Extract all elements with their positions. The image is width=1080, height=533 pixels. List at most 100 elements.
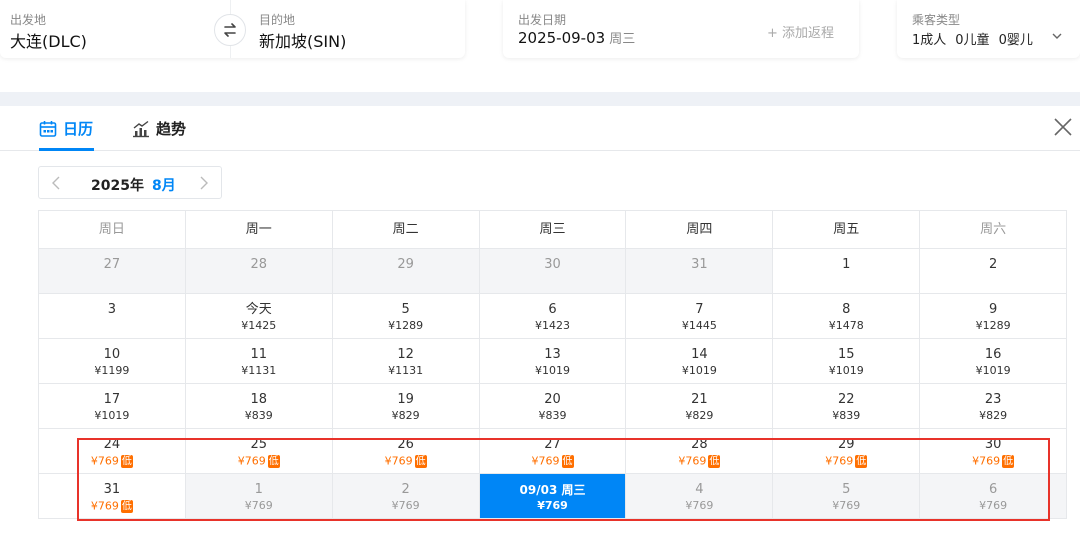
calendar-day-cell[interactable]: 19 ¥829 bbox=[332, 384, 480, 429]
day-number: 6 bbox=[548, 302, 557, 317]
calendar-day-cell[interactable]: 9 ¥1289 bbox=[920, 294, 1068, 339]
calendar-day-cell[interactable]: 20 ¥839 bbox=[479, 384, 627, 429]
day-price-wrap: ¥769 bbox=[773, 500, 919, 512]
section-divider bbox=[0, 92, 1080, 106]
day-price: ¥769 bbox=[537, 499, 568, 512]
day-number: 3 bbox=[107, 302, 117, 317]
day-number: 14 bbox=[691, 347, 708, 362]
calendar-day-cell[interactable]: 18 ¥839 bbox=[185, 384, 333, 429]
calendar-day-cell[interactable]: 26 ¥769 低 bbox=[332, 429, 480, 474]
calendar-day-cell[interactable]: 22 ¥839 bbox=[773, 384, 921, 429]
calendar-day-cell[interactable]: 13 ¥1019 bbox=[479, 339, 627, 384]
day-number: 28 bbox=[691, 437, 708, 452]
calendar-day-cell[interactable]: 1 bbox=[773, 249, 921, 294]
add-return-button[interactable]: + 添加返程 bbox=[767, 22, 834, 41]
calendar-day-cell[interactable]: 28 bbox=[185, 249, 333, 294]
day-number: 24 bbox=[103, 437, 121, 452]
day-number: 8 bbox=[842, 302, 851, 317]
calendar-day-cell[interactable]: 3 bbox=[39, 294, 186, 339]
day-price: ¥769 bbox=[90, 454, 119, 468]
low-price-badge: 低 bbox=[414, 455, 427, 468]
price-calendar: 周日 周一 周二 周三 周四 周五 周六 27 28 29 30 31 1 2 3 今天 ¥1425 5 ¥128… bbox=[38, 210, 1068, 519]
calendar-day-cell[interactable]: 29 ¥769 低 bbox=[773, 429, 921, 474]
calendar-day-cell[interactable]: 6 ¥769 bbox=[920, 474, 1068, 519]
day-price: ¥1425 bbox=[241, 319, 277, 332]
day-number: 27 bbox=[544, 437, 561, 452]
tab-trend-label: 趋势 bbox=[156, 120, 187, 138]
calendar-day-cell[interactable]: 12 ¥1131 bbox=[332, 339, 480, 384]
day-price: ¥769 bbox=[90, 499, 119, 513]
calendar-day-cell[interactable]: 27 bbox=[39, 249, 186, 294]
weekday-header-cell: 周三 bbox=[479, 211, 627, 249]
calendar-day-cell[interactable]: 24 ¥769 低 bbox=[39, 429, 186, 474]
calendar-day-cell[interactable]: 25 ¥769 低 bbox=[185, 429, 333, 474]
swap-icon bbox=[224, 23, 236, 37]
from-field[interactable]: 出发地 大连(DLC) bbox=[0, 0, 214, 58]
day-price-wrap: ¥829 bbox=[626, 410, 772, 422]
day-number: 2 bbox=[401, 482, 410, 497]
day-price: ¥839 bbox=[832, 409, 861, 422]
calendar-day-cell[interactable]: 5 ¥1289 bbox=[332, 294, 480, 339]
calendar-day-cell[interactable]: 17 ¥1019 bbox=[39, 384, 186, 429]
day-price: ¥1019 bbox=[681, 364, 717, 377]
calendar-day-cell[interactable]: 10 ¥1199 bbox=[39, 339, 186, 384]
weekday-header-cell: 周五 bbox=[773, 211, 921, 249]
calendar-day-cell[interactable]: 8 ¥1478 bbox=[773, 294, 921, 339]
day-price-wrap: ¥769 低 bbox=[39, 455, 185, 468]
to-field[interactable]: 目的地 新加坡(SIN) bbox=[248, 0, 465, 58]
calendar-day-cell[interactable]: 29 bbox=[332, 249, 480, 294]
day-price-wrap: ¥1478 bbox=[773, 320, 919, 332]
calendar-day-cell[interactable]: 30 ¥769 低 bbox=[920, 429, 1068, 474]
close-icon[interactable] bbox=[1052, 116, 1074, 138]
calendar-day-cell[interactable]: 15 ¥1019 bbox=[773, 339, 921, 384]
calendar-day-cell[interactable]: 5 ¥769 bbox=[773, 474, 921, 519]
next-month-chevron-right-icon[interactable] bbox=[195, 175, 211, 191]
passenger-card[interactable]: 乘客类型 1成人 0儿童 0婴儿 bbox=[897, 0, 1080, 58]
day-number: 29 bbox=[397, 257, 414, 272]
day-number: 16 bbox=[984, 347, 1002, 362]
weekday-header-cell: 周六 bbox=[920, 211, 1068, 249]
calendar-day-cell[interactable]: 2 ¥769 bbox=[332, 474, 480, 519]
weekday-header-cell: 周一 bbox=[185, 211, 333, 249]
calendar-day-cell[interactable]: 31 bbox=[626, 249, 774, 294]
calendar-day-cell[interactable]: 1 ¥769 bbox=[185, 474, 333, 519]
calendar-day-cell[interactable]: 11 ¥1131 bbox=[185, 339, 333, 384]
day-number: 31 bbox=[691, 257, 708, 272]
day-price: ¥769 bbox=[825, 454, 854, 468]
swap-route-button[interactable] bbox=[214, 14, 246, 46]
calendar-day-cell[interactable]: 7 ¥1445 bbox=[626, 294, 774, 339]
calendar-week-row: 24 ¥769 低 25 ¥769 低 26 ¥769 低 27 ¥769 低 28 ¥769 低 29 ¥76… bbox=[39, 429, 1068, 474]
calendar-day-cell[interactable]: 今天 ¥1425 bbox=[185, 294, 333, 339]
day-number: 1 bbox=[842, 257, 851, 272]
calendar-day-cell[interactable]: 16 ¥1019 bbox=[920, 339, 1068, 384]
month-title: 2025年 8月 bbox=[91, 175, 176, 195]
calendar-day-cell[interactable]: 27 ¥769 低 bbox=[479, 429, 627, 474]
day-price-wrap: ¥1445 bbox=[626, 320, 772, 332]
day-price: ¥769 bbox=[678, 454, 707, 468]
day-number: 28 bbox=[250, 257, 268, 272]
day-price: ¥769 bbox=[391, 499, 420, 512]
calendar-day-cell[interactable]: 30 bbox=[479, 249, 627, 294]
calendar-week-row: 31 ¥769 低 1 ¥769 2 ¥769 09/03 周三 ¥769 4 ¥769 5 ¥769 6… bbox=[39, 474, 1068, 519]
day-price: ¥1019 bbox=[975, 364, 1011, 377]
calendar-day-cell[interactable]: 28 ¥769 低 bbox=[626, 429, 774, 474]
low-price-badge: 低 bbox=[561, 455, 574, 468]
prev-month-chevron-left-icon[interactable] bbox=[49, 175, 65, 191]
day-number: 20 bbox=[544, 392, 561, 407]
calendar-day-selected[interactable]: 09/03 周三 ¥769 bbox=[479, 474, 627, 519]
calendar-day-cell[interactable]: 14 ¥1019 bbox=[626, 339, 774, 384]
calendar-day-cell[interactable]: 4 ¥769 bbox=[626, 474, 774, 519]
calendar-day-cell[interactable]: 6 ¥1423 bbox=[479, 294, 627, 339]
day-price-wrap: ¥1199 bbox=[39, 365, 185, 377]
calendar-day-cell[interactable]: 23 ¥829 bbox=[920, 384, 1068, 429]
depart-date-field[interactable]: 出发日期 2025-09-03 周三 bbox=[503, 0, 743, 58]
calendar-day-cell[interactable]: 21 ¥829 bbox=[626, 384, 774, 429]
day-price: ¥1019 bbox=[535, 364, 570, 377]
calendar-day-cell[interactable]: 2 bbox=[920, 249, 1068, 294]
to-label: 目的地 bbox=[259, 13, 296, 27]
calendar-day-cell[interactable]: 31 ¥769 低 bbox=[39, 474, 186, 519]
tab-trend[interactable]: 趋势 bbox=[132, 118, 186, 139]
tab-calendar[interactable]: 日历 bbox=[39, 118, 93, 139]
day-price: ¥1019 bbox=[828, 364, 864, 377]
day-number: 11 bbox=[250, 347, 268, 362]
